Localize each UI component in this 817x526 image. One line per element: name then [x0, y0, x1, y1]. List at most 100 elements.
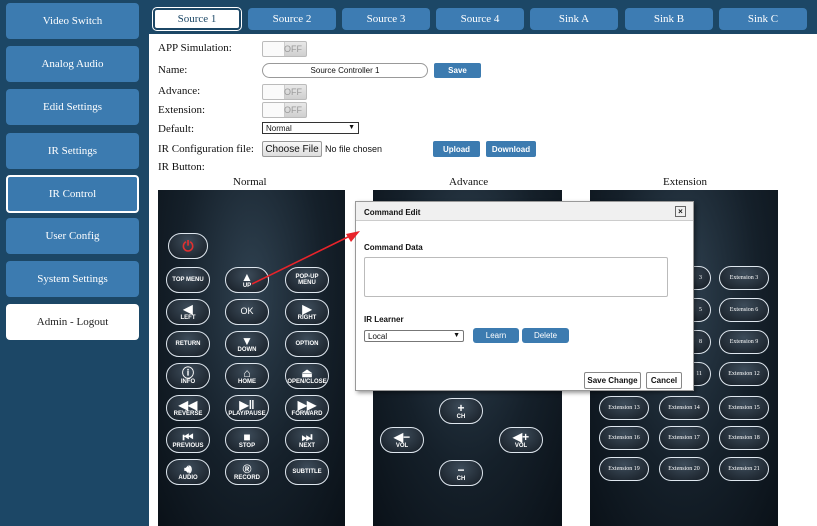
extension-6-button[interactable]: Extension 6 — [719, 298, 769, 322]
audio-button[interactable]: 🔊︎ AUDIO — [166, 459, 210, 485]
tab-sink-b[interactable]: Sink B — [625, 8, 713, 30]
extension-label: Extension: — [158, 104, 206, 116]
sidebar-item-system-settings[interactable]: System Settings — [6, 261, 139, 297]
play-pause-icon: ▶‖ — [239, 397, 255, 412]
right-arrow-icon: ▶ — [302, 301, 312, 316]
record-button[interactable]: ® RECORD — [225, 459, 269, 485]
extension-12-button[interactable]: Extension 12 — [719, 362, 769, 386]
play-pause-button[interactable]: ▶‖ PLAY/PAUSE — [225, 395, 269, 421]
up-arrow-icon: ▲ — [241, 269, 253, 284]
forward-button[interactable]: ▶▶ FORWARD — [285, 395, 329, 421]
ir-config-label: IR Configuration file: — [158, 143, 254, 155]
cancel-button[interactable]: Cancel — [646, 372, 682, 389]
skip-next-icon: ⏭ — [301, 429, 313, 444]
left-button[interactable]: ◀ LEFT — [166, 299, 210, 325]
extension-16-button[interactable]: Extension 16 — [599, 426, 649, 450]
popup-menu-button[interactable]: POP-UP MENU — [285, 267, 329, 293]
volume-up-icon: ◀+ — [512, 429, 530, 444]
volume-up-button[interactable]: ◀+ VOL — [499, 427, 543, 453]
channel-down-button[interactable]: − CH — [439, 460, 483, 486]
down-button[interactable]: ▼ DOWN — [225, 331, 269, 357]
channel-up-button[interactable]: + CH — [439, 398, 483, 424]
speaker-icon: 🔊︎ — [184, 461, 192, 476]
tab-sink-a[interactable]: Sink A — [530, 8, 618, 30]
sidebar-item-video-switch[interactable]: Video Switch — [6, 3, 139, 39]
command-edit-dialog: Command Edit × Command Data IR Learner L… — [355, 201, 694, 391]
normal-column-header: Normal — [233, 176, 267, 188]
default-select[interactable]: Normal ▼ — [262, 122, 359, 134]
info-button[interactable]: ⓘ INFO — [166, 363, 210, 389]
next-button[interactable]: ⏭ NEXT — [285, 427, 329, 453]
sidebar-item-user-config[interactable]: User Config — [6, 218, 139, 254]
save-name-button[interactable]: Save — [434, 63, 481, 78]
previous-button[interactable]: ⏮ PREVIOUS — [166, 427, 210, 453]
sidebar: Video Switch Analog Audio Edid Settings … — [0, 0, 149, 526]
tab-source-2[interactable]: Source 2 — [248, 8, 336, 30]
rewind-icon: ◀◀ — [178, 397, 198, 412]
advance-toggle[interactable]: OFF — [262, 84, 307, 100]
minus-icon: − — [457, 462, 465, 477]
right-button[interactable]: ▶ RIGHT — [285, 299, 329, 325]
left-arrow-icon: ◀ — [183, 301, 193, 316]
eject-icon: ⏏ — [301, 365, 313, 380]
return-button[interactable]: RETURN — [166, 331, 210, 357]
ir-learner-label: IR Learner — [364, 315, 404, 324]
home-button[interactable]: ⌂ HOME — [225, 363, 269, 389]
option-button[interactable]: OPTION — [285, 331, 329, 357]
extension-15-button[interactable]: Extension 15 — [719, 396, 769, 420]
extension-20-button[interactable]: Extension 20 — [659, 457, 709, 481]
sidebar-item-admin-logout[interactable]: Admin - Logout — [6, 304, 139, 340]
choose-file-button[interactable]: Choose File — [262, 141, 322, 157]
power-button[interactable]: ⏻ — [168, 233, 208, 259]
subtitle-button[interactable]: SUBTITLE — [285, 459, 329, 485]
stop-icon: ■ — [243, 429, 251, 444]
open-close-button[interactable]: ⏏ OPEN/CLOSE — [285, 363, 329, 389]
default-label: Default: — [158, 123, 195, 135]
volume-down-icon: ◀− — [393, 429, 411, 444]
down-arrow-icon: ▼ — [241, 333, 253, 348]
learn-button[interactable]: Learn — [473, 328, 519, 343]
sidebar-item-analog-audio[interactable]: Analog Audio — [6, 46, 139, 82]
extension-13-button[interactable]: Extension 13 — [599, 396, 649, 420]
no-file-text: No file chosen — [325, 144, 383, 154]
close-icon[interactable]: × — [675, 206, 686, 217]
save-change-button[interactable]: Save Change — [584, 372, 641, 389]
home-icon: ⌂ — [243, 365, 251, 380]
tab-sink-c[interactable]: Sink C — [719, 8, 807, 30]
download-button[interactable]: Download — [486, 141, 536, 157]
top-menu-button[interactable]: TOP MENU — [166, 267, 210, 293]
extension-toggle[interactable]: OFF — [262, 102, 307, 118]
up-button[interactable]: ▲ UP — [225, 267, 269, 293]
ir-learner-select[interactable]: Local ▼ — [364, 330, 464, 342]
extension-21-button[interactable]: Extension 21 — [719, 457, 769, 481]
command-data-textarea[interactable] — [364, 257, 668, 297]
extension-17-button[interactable]: Extension 17 — [659, 426, 709, 450]
power-icon: ⏻ — [182, 238, 194, 254]
command-data-label: Command Data — [364, 243, 423, 252]
app-simulation-toggle[interactable]: OFF — [262, 41, 307, 57]
extension-9-button[interactable]: Extension 9 — [719, 330, 769, 354]
extension-18-button[interactable]: Extension 18 — [719, 426, 769, 450]
normal-remote-panel: ⏻ TOP MENU ▲ UP POP-UP MENU ◀ LEFT OK ▶ RIGH… — [158, 190, 345, 526]
name-input[interactable]: Source Controller 1 — [262, 63, 428, 78]
sidebar-item-ir-control[interactable]: IR Control — [6, 175, 139, 213]
info-icon: ⓘ — [181, 365, 194, 380]
upload-button[interactable]: Upload — [433, 141, 480, 157]
record-icon: ® — [242, 461, 252, 476]
extension-3-button[interactable]: Extension 3 — [719, 266, 769, 290]
extension-14-button[interactable]: Extension 14 — [659, 396, 709, 420]
tab-source-1[interactable]: Source 1 — [153, 8, 241, 30]
tab-source-3[interactable]: Source 3 — [342, 8, 430, 30]
volume-down-button[interactable]: ◀− VOL — [380, 427, 424, 453]
app-simulation-label: APP Simulation: — [158, 42, 232, 54]
reverse-button[interactable]: ◀◀ REVERSE — [166, 395, 210, 421]
extension-19-button[interactable]: Extension 19 — [599, 457, 649, 481]
tab-source-4[interactable]: Source 4 — [436, 8, 524, 30]
skip-previous-icon: ⏮ — [182, 429, 194, 444]
delete-button[interactable]: Delete — [522, 328, 569, 343]
advance-label: Advance: — [158, 85, 201, 97]
stop-button[interactable]: ■ STOP — [225, 427, 269, 453]
sidebar-item-ir-settings[interactable]: IR Settings — [6, 133, 139, 169]
sidebar-item-edid-settings[interactable]: Edid Settings — [6, 89, 139, 125]
ok-button[interactable]: OK — [225, 299, 269, 325]
